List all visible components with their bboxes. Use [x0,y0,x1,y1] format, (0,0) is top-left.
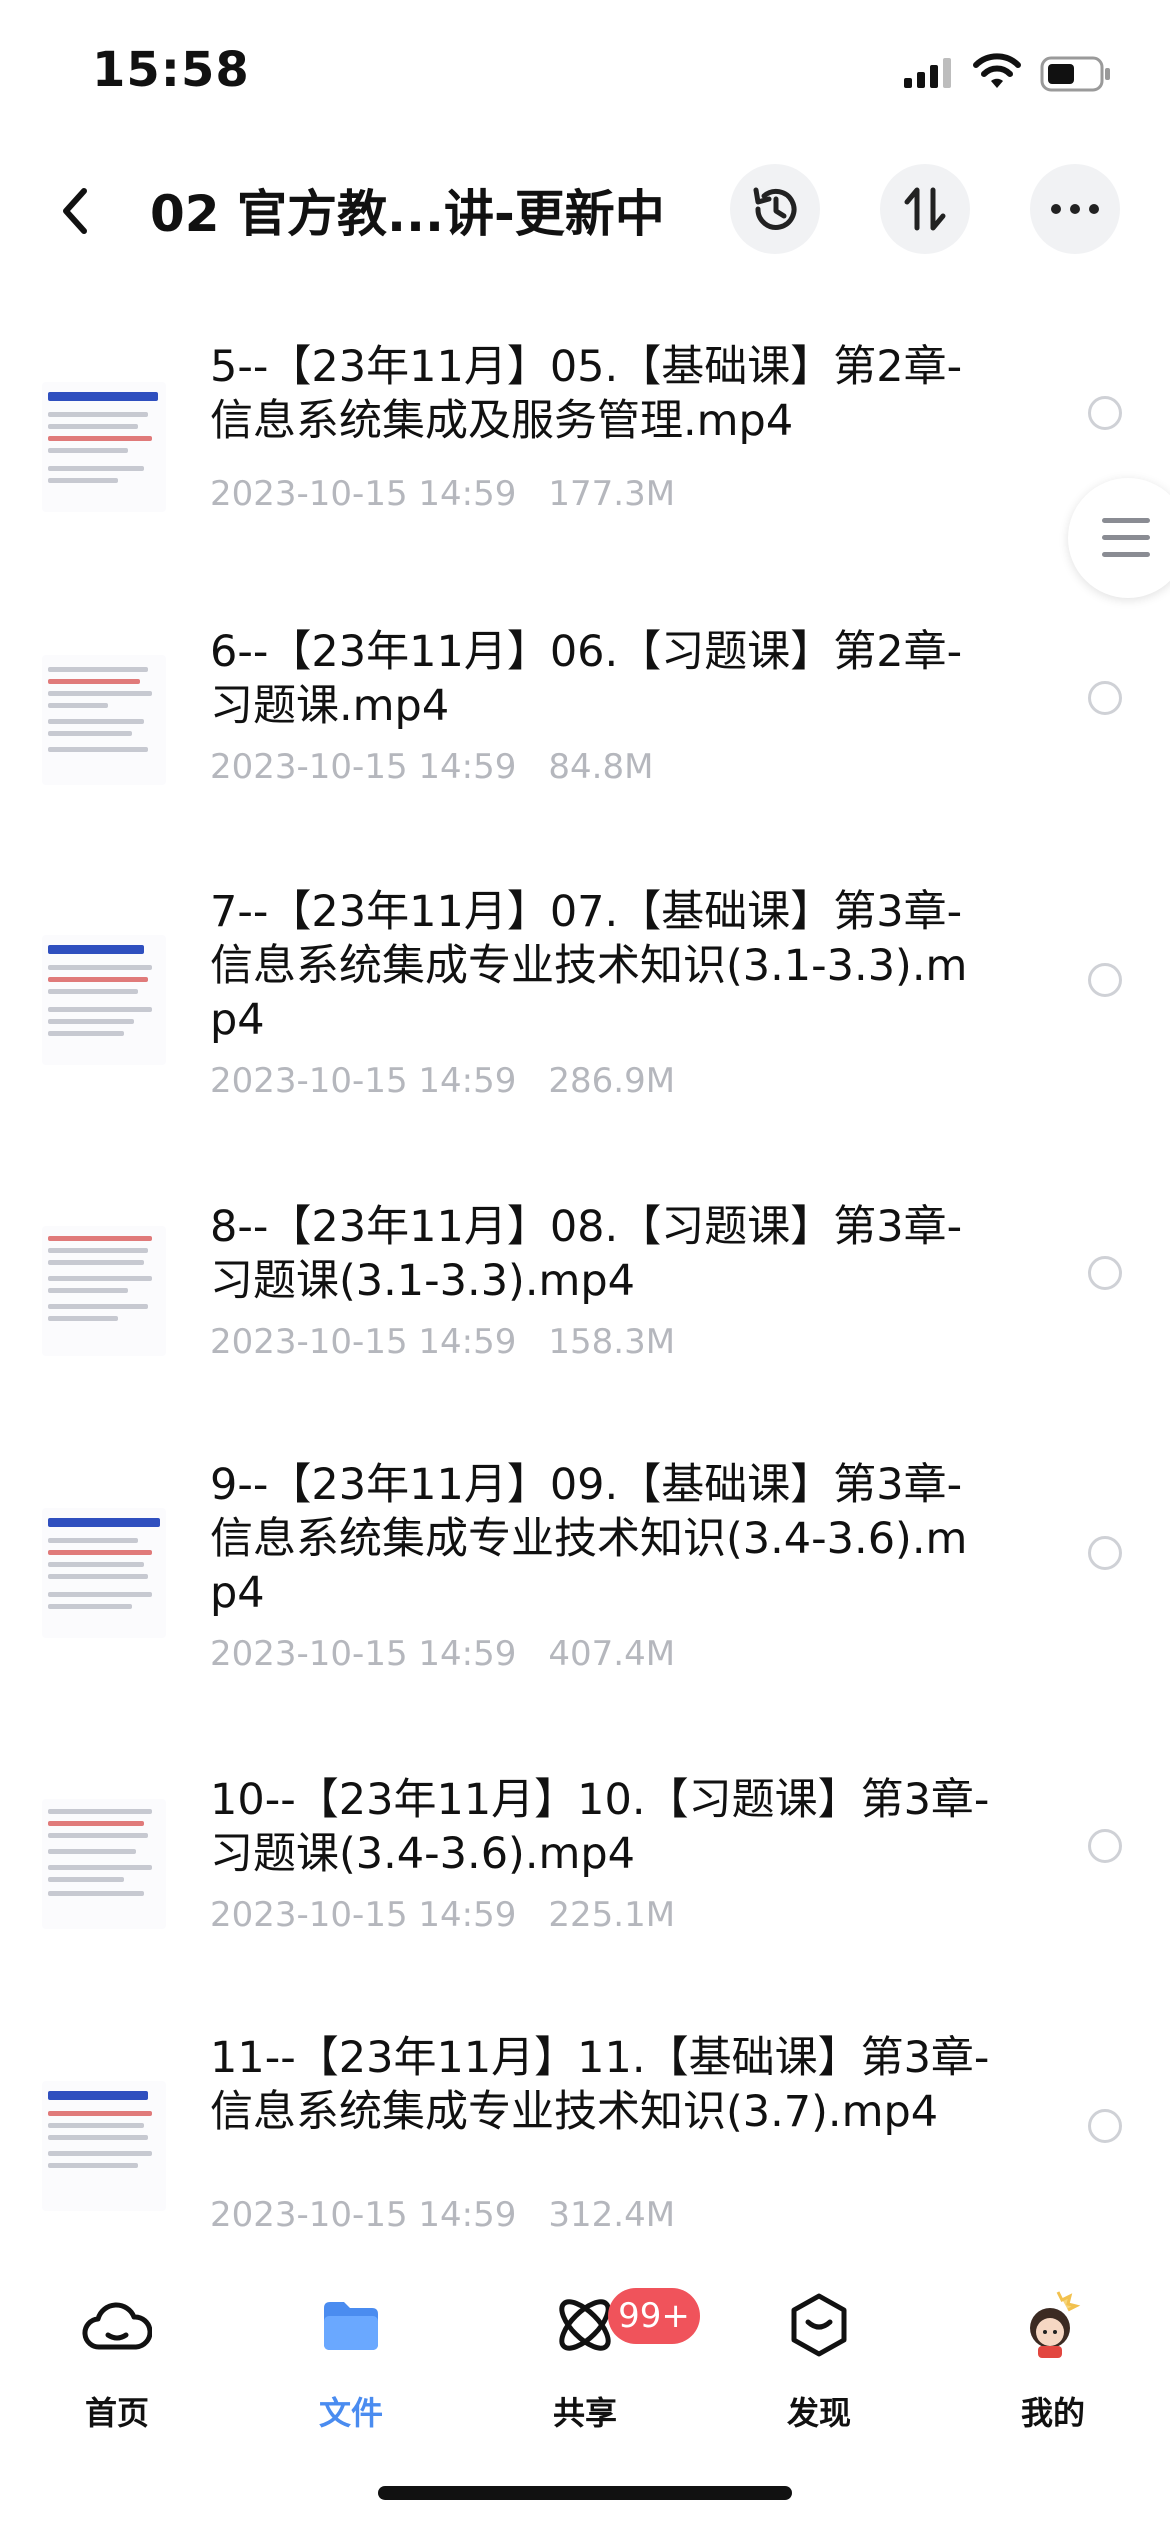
file-name: 10--【23年11月】10.【习题课】第3章-习题课(3.4-3.6).mp4 [210,1775,990,1879]
more-icon [1051,204,1099,214]
file-size: 177.3M [548,474,676,514]
history-icon [753,187,797,230]
file-date: 2023-10-15 14:59 [210,1634,517,1674]
file-date: 2023-10-15 14:59 [210,2195,517,2235]
cloud-icon [82,2302,152,2350]
file-meta: 2023-10-15 14:59 225.1M [210,1895,675,1935]
file-name: 5--【23年11月】05.【基础课】第2章-信息系统集成及服务管理.mp4 [210,342,963,446]
file-name: 8--【23年11月】08.【习题课】第3章-习题课(3.1-3.3).mp4 [210,1202,963,1306]
sort-icon [904,187,946,231]
status-bar: 15:58 [0,0,1170,150]
share-notification-badge: 99+ [608,2288,700,2344]
file-date: 2023-10-15 14:59 [210,1895,517,1935]
page-title: 02 官方教...讲-更新中 [150,185,665,243]
video-thumbnail [42,655,166,785]
file-meta: 2023-10-15 14:59 158.3M [210,1322,675,1362]
tab-profile[interactable]: 我的 [936,2290,1170,2440]
tab-label: 文件 [318,2394,383,2432]
select-checkbox[interactable] [1088,681,1122,715]
nav-bar: 02 官方教...讲-更新中 [0,150,1170,280]
tab-label: 共享 [552,2394,617,2432]
tab-label: 发现 [786,2394,851,2432]
history-button[interactable] [730,164,820,254]
select-checkbox[interactable] [1088,2109,1122,2143]
file-meta: 2023-10-15 14:59 407.4M [210,1634,675,1674]
video-thumbnail [42,1226,166,1356]
video-thumbnail [42,382,166,512]
file-size: 286.9M [548,1061,676,1101]
file-meta: 2023-10-15 14:59 84.8M [210,747,653,787]
file-name: 9--【23年11月】09.【基础课】第3章-信息系统集成专业技术知识(3.4-… [210,1460,968,1618]
file-size: 225.1M [548,1895,676,1935]
tab-label: 首页 [84,2394,149,2432]
file-meta: 2023-10-15 14:59 286.9M [210,1061,675,1101]
tab-discover[interactable]: 发现 [702,2290,936,2440]
video-thumbnail [42,935,166,1065]
more-button[interactable] [1030,164,1120,254]
file-name: 6--【23年11月】06.【习题课】第2章-习题课.mp4 [210,627,963,731]
file-meta: 2023-10-15 14:59 177.3M [210,474,675,514]
back-button[interactable] [40,176,110,246]
select-checkbox[interactable] [1088,1829,1122,1863]
video-thumbnail [42,1799,166,1929]
sort-button[interactable] [880,164,970,254]
tab-label: 我的 [1020,2394,1085,2432]
share-icon [559,2299,611,2351]
file-meta: 2023-10-15 14:59 312.4M [210,2195,675,2235]
home-indicator[interactable] [378,2486,792,2500]
tab-home[interactable]: 首页 [0,2290,234,2440]
file-size: 158.3M [548,1322,676,1362]
video-thumbnail [42,2081,166,2211]
status-time: 15:58 [92,42,250,98]
file-name: 11--【23年11月】11.【基础课】第3章-信息系统集成专业技术知识(3.7… [210,2033,990,2137]
chevron-left-icon [63,188,87,234]
file-size: 84.8M [548,747,654,787]
file-size: 312.4M [548,2195,676,2235]
file-size: 407.4M [548,1634,676,1674]
file-date: 2023-10-15 14:59 [210,474,517,514]
discover-icon [791,2293,847,2357]
file-date: 2023-10-15 14:59 [210,747,517,787]
select-checkbox[interactable] [1088,1536,1122,1570]
battery-icon [1040,56,1110,92]
signal-icon [904,58,951,88]
select-checkbox[interactable] [1088,1256,1122,1290]
video-thumbnail [42,1508,166,1638]
tab-files[interactable]: 文件 [234,2290,468,2440]
select-checkbox[interactable] [1088,396,1122,430]
file-date: 2023-10-15 14:59 [210,1061,517,1101]
file-date: 2023-10-15 14:59 [210,1322,517,1362]
file-name: 7--【23年11月】07.【基础课】第3章-信息系统集成专业技术知识(3.1-… [210,887,968,1045]
wifi-icon [973,53,1021,88]
folder-icon [324,2302,378,2350]
avatar [1030,2291,1081,2358]
select-checkbox[interactable] [1088,963,1122,997]
file-list[interactable]: 5--【23年11月】05.【基础课】第2章-信息系统集成及服务管理.mp4 2… [0,300,1170,2250]
